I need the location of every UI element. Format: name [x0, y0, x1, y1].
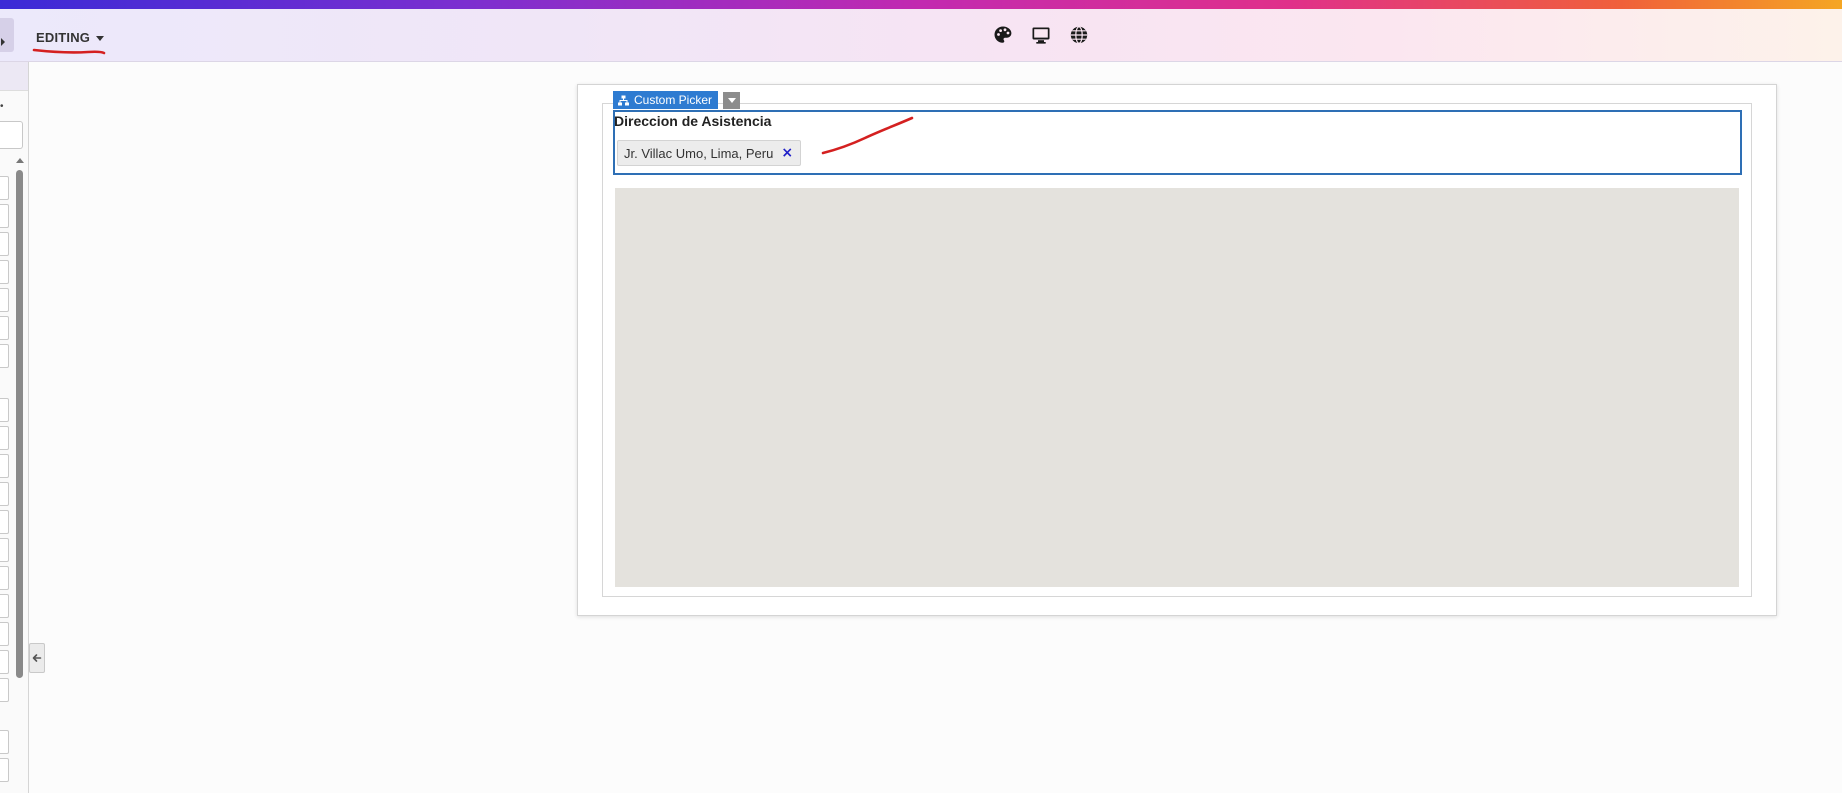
mode-dropdown[interactable]: EDITING [36, 26, 105, 48]
left-panel-row[interactable] [0, 426, 9, 450]
left-panel-row[interactable] [0, 730, 9, 754]
left-panel-row[interactable] [0, 758, 9, 782]
left-panel-row[interactable] [0, 232, 9, 256]
monitor-icon[interactable] [1028, 22, 1054, 48]
field-label: Direccion de Asistencia [614, 113, 772, 129]
left-panel-row[interactable] [0, 538, 9, 562]
left-panel-scrollbar[interactable] [16, 170, 23, 678]
left-panel-row[interactable] [0, 260, 9, 284]
globe-icon[interactable] [1066, 22, 1092, 48]
selected-address-text: Jr. Villac Umo, Lima, Peru [624, 145, 774, 161]
collapse-panel-button[interactable] [29, 643, 45, 673]
caret-down-icon [96, 35, 105, 41]
left-panel-row[interactable] [0, 288, 9, 312]
left-panel-row[interactable] [0, 566, 9, 590]
left-panel-row[interactable] [0, 678, 9, 702]
left-panel-marker: • [0, 101, 4, 112]
left-side-panel: • [0, 62, 29, 793]
scroll-up-icon[interactable] [16, 158, 24, 163]
left-panel-search-input[interactable] [0, 121, 23, 149]
left-panel-row[interactable] [0, 316, 9, 340]
component-menu-button[interactable] [723, 92, 740, 109]
sitemap-icon [618, 95, 629, 105]
top-toolbar: EDITING [0, 9, 1842, 62]
map-panel[interactable] [615, 188, 1739, 587]
left-panel-row[interactable] [0, 594, 9, 618]
caret-down-icon [727, 98, 736, 103]
mode-label: EDITING [36, 29, 91, 45]
left-panel-row[interactable] [0, 454, 9, 478]
toolbar-icon-group [990, 22, 1092, 48]
left-panel-row[interactable] [0, 398, 9, 422]
left-panel-row[interactable] [0, 482, 9, 506]
selected-address-tag: Jr. Villac Umo, Lima, Peru × [617, 140, 802, 166]
left-panel-row[interactable] [0, 176, 9, 200]
left-panel-row[interactable] [0, 622, 9, 646]
left-panel-row[interactable] [0, 344, 9, 368]
custom-picker-badge-label: Custom Picker [634, 93, 713, 107]
left-panel-row[interactable] [0, 510, 9, 534]
palette-icon[interactable] [990, 22, 1016, 48]
remove-tag-icon[interactable]: × [781, 146, 793, 160]
arrow-left-icon [32, 654, 42, 662]
left-panel-row[interactable] [0, 204, 9, 228]
custom-picker-badge[interactable]: Custom Picker [613, 91, 719, 109]
chevron-right-icon [1, 38, 5, 46]
panel-toggle-tab[interactable] [0, 18, 14, 52]
left-panel-header [0, 62, 28, 91]
left-panel-row[interactable] [0, 650, 9, 674]
top-accent-stripe [0, 0, 1842, 9]
